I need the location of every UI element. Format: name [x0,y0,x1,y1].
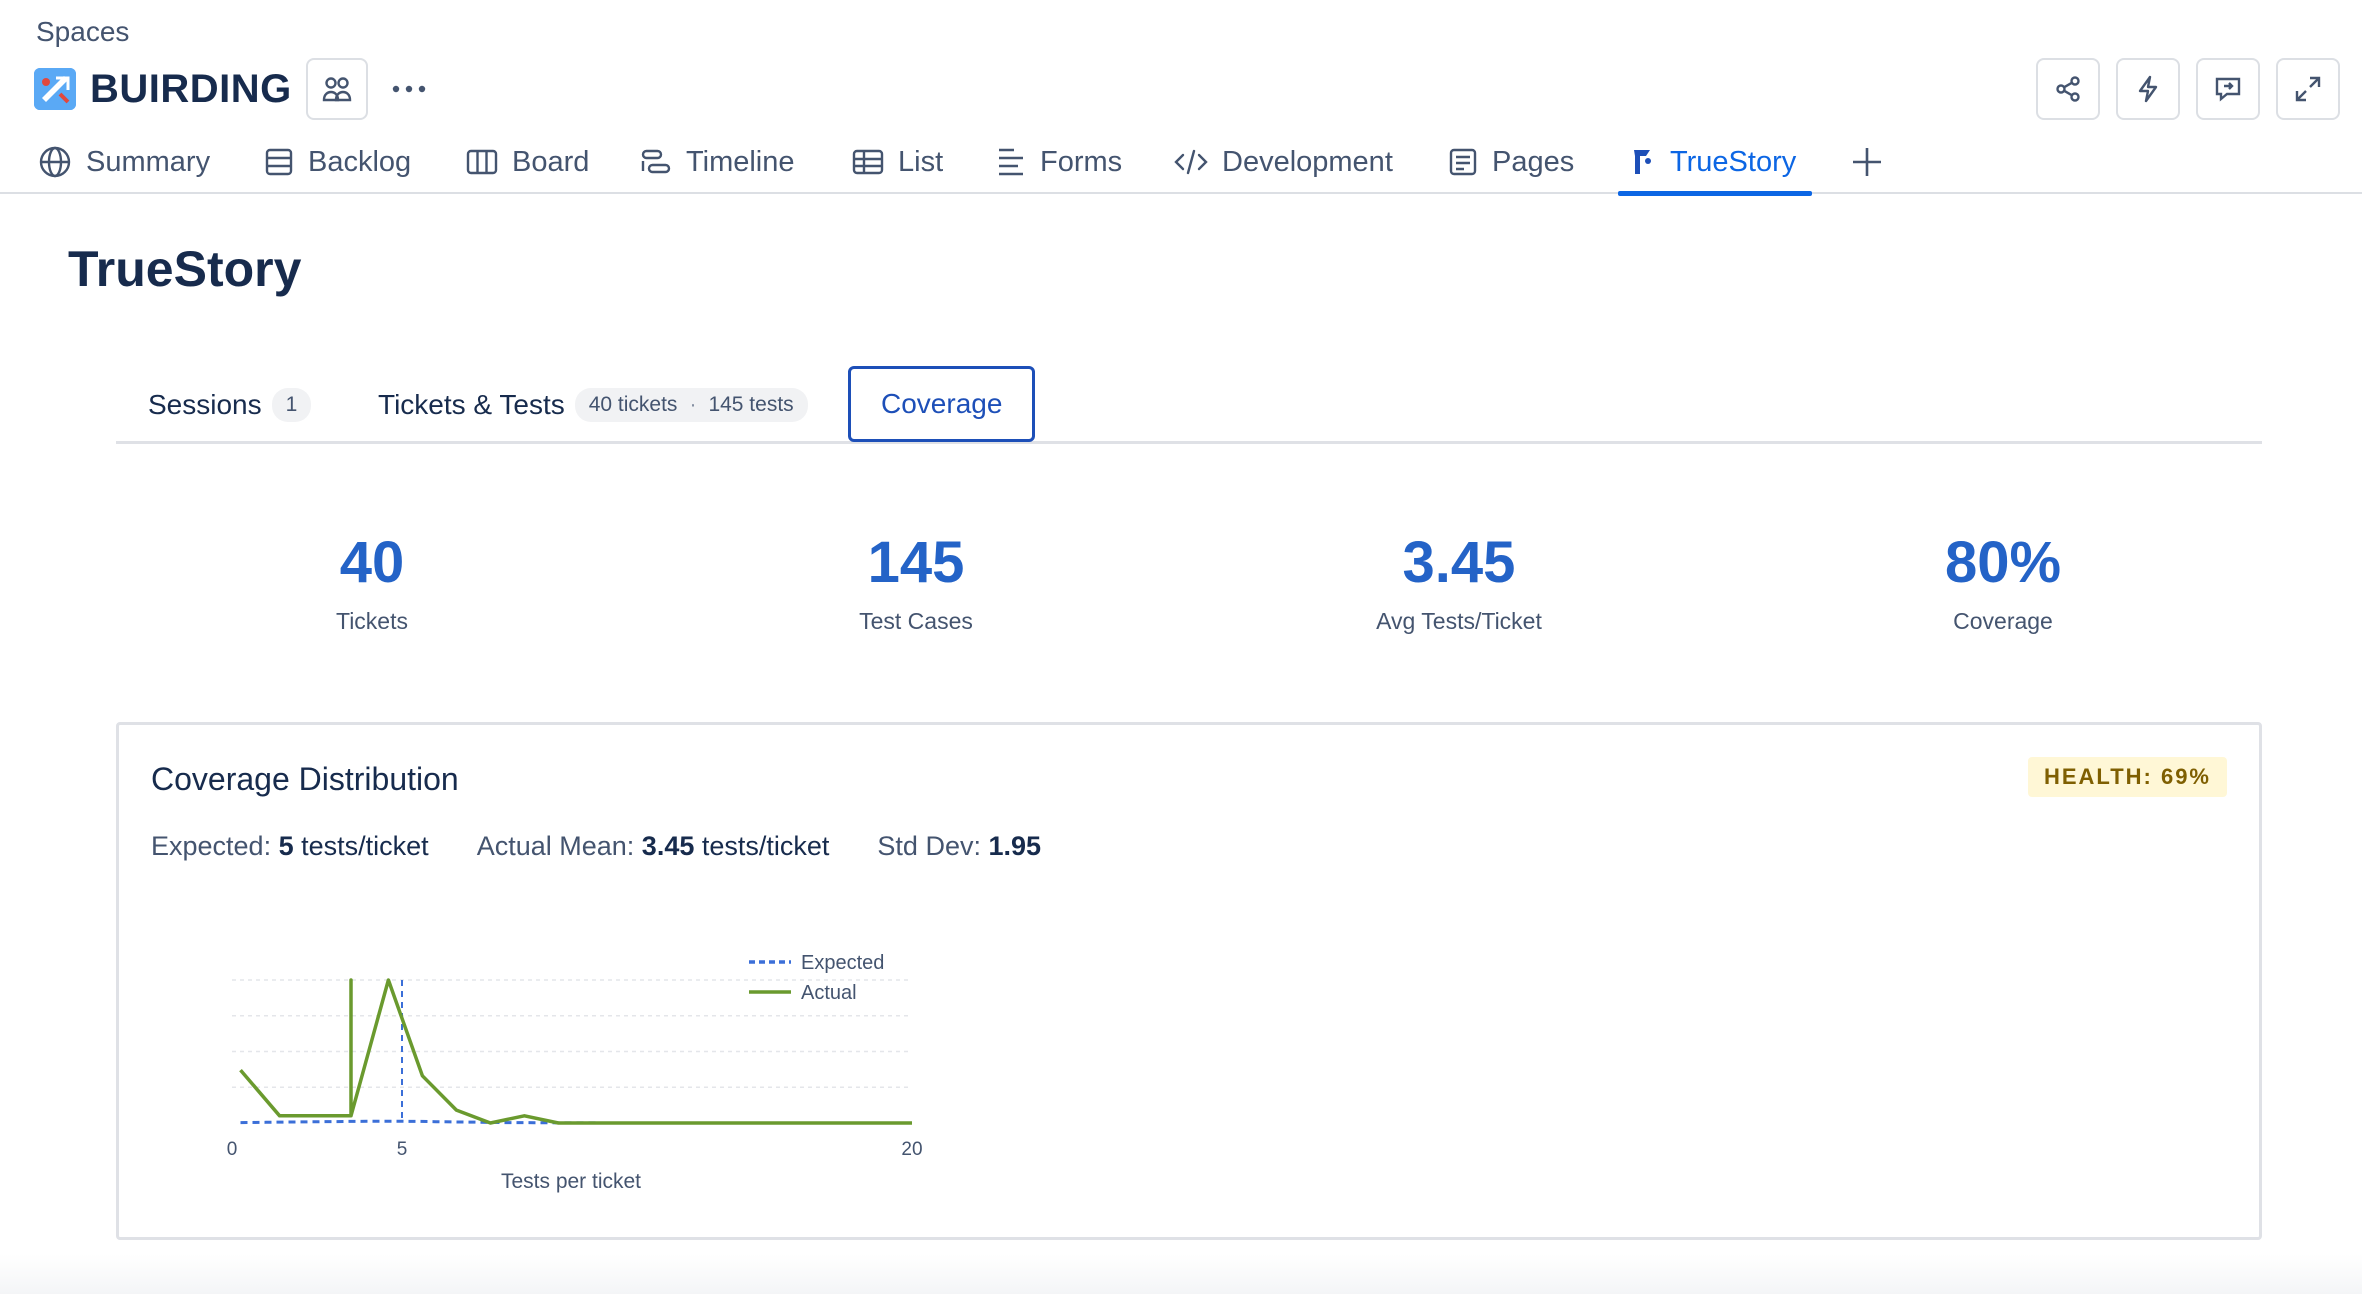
feedback-button[interactable] [2196,58,2260,120]
expected-label: Expected: [151,831,272,861]
expected-value: 5 [278,831,294,861]
share-icon [2056,76,2080,102]
tab-summary[interactable]: Summary [38,130,210,194]
expected-unit: tests/ticket [301,831,429,861]
std-value: 1.95 [988,831,1042,861]
tab-truestory[interactable]: TrueStory [1617,130,1813,196]
board-icon [466,149,498,175]
tickets-count: 40 tickets [588,393,678,416]
tab-tickets-tests-label: Tickets & Tests [378,389,565,420]
tab-truestory-label: TrueStory [1670,145,1797,178]
std-label: Std Dev: [877,831,981,861]
tab-timeline[interactable]: Timeline [640,130,795,194]
tab-backlog[interactable]: Backlog [264,130,411,194]
sessions-count-badge: 1 [271,388,312,422]
tab-summary-label: Summary [86,145,211,178]
distribution-metrics: Expected: 5 tests/ticket Actual Mean: 3.… [151,831,1041,862]
card-title: Coverage Distribution [151,761,459,797]
legend-label: Expected [801,952,884,974]
fullscreen-button[interactable] [2276,58,2340,120]
tab-coverage-label: Coverage [881,388,1003,419]
stat-test-cases: 145 Test Cases [736,528,1096,635]
content-tabs: Sessions 1 Tickets & Tests 40 tickets · … [116,366,2262,444]
stat-avg-tests: 3.45 Avg Tests/Ticket [1279,528,1639,635]
lightning-icon [2138,75,2158,103]
tab-list-label: List [898,145,944,178]
health-badge: HEALTH: 69% [2027,757,2227,797]
share-button[interactable] [2036,58,2100,120]
stat-label: Test Cases [859,608,973,634]
stat-tickets: 40 Tickets [192,528,552,635]
x-tick-label: 0 [227,1139,238,1160]
expand-icon [2295,76,2321,102]
mean-label: Actual Mean: [476,831,635,861]
tab-coverage[interactable]: Coverage [848,366,1036,442]
stat-label: Coverage [1953,608,2053,634]
stat-value: 40 [339,530,405,595]
separator-dot: · [689,393,697,416]
space-header: BUIRDING [34,58,434,120]
tab-sessions[interactable]: Sessions 1 [148,368,312,442]
space-nav: Summary Backlog Board Timeline List Form… [0,130,2362,196]
stat-value: 3.45 [1402,530,1516,595]
legend-label: Actual [801,982,857,1004]
x-tick-label: 20 [901,1139,922,1160]
tab-development-label: Development [1222,145,1393,178]
page-bottom-shadow [0,1254,2362,1294]
globe-icon [39,146,71,178]
people-icon [322,77,351,102]
tab-pages[interactable]: Pages [1448,130,1574,194]
space-members-button[interactable] [305,58,368,120]
add-tab-button[interactable] [1850,130,1898,194]
feedback-icon [2215,77,2241,102]
tab-tickets-tests[interactable]: Tickets & Tests 40 tickets · 145 tests [378,368,808,442]
std-metric: Std Dev: 1.95 [877,831,1041,862]
tab-forms-label: Forms [1040,145,1123,178]
space-name: BUIRDING [90,66,292,111]
breadcrumb[interactable]: Spaces [36,16,129,48]
tab-sessions-label: Sessions [148,389,262,420]
code-icon [1174,149,1208,175]
chart-axis: Tests per ticket 0 5 20 [227,1139,923,1193]
more-icon [392,85,425,93]
truestory-icon [1634,150,1651,174]
tab-development[interactable]: Development [1174,130,1393,194]
tab-pages-label: Pages [1492,145,1575,178]
stat-value: 145 [867,530,965,595]
space-logo-icon [34,68,76,110]
x-axis-label: Tests per ticket [501,1170,641,1193]
mean-metric: Actual Mean: 3.45 tests/ticket [477,831,830,862]
tests-count: 145 tests [708,393,794,416]
pages-icon [1449,148,1477,176]
backlog-icon [265,148,293,176]
page-title: TrueStory [68,241,302,297]
list-icon [852,149,884,175]
tab-forms[interactable]: Forms [996,130,1122,194]
mean-unit: tests/ticket [701,831,830,861]
stat-label: Tickets [336,608,408,634]
stat-value: 80% [1944,530,2062,595]
plus-icon [1853,148,1881,176]
coverage-distribution-card: Coverage Distribution HEALTH: 69% Expect… [116,722,2262,1240]
timeline-icon [641,149,671,174]
expected-metric: Expected: 5 tests/ticket [151,831,429,862]
chart-legend: Expected Actual [749,952,884,1004]
tab-board[interactable]: Board [466,130,589,194]
tab-backlog-label: Backlog [308,145,412,178]
coverage-distribution-chart: Tests per ticket 0 5 20 Expected Actual [227,952,923,1193]
stat-label: Avg Tests/Ticket [1376,608,1542,634]
tickets-tests-badge: 40 tickets · 145 tests [574,388,808,422]
tab-timeline-label: Timeline [686,145,795,178]
tab-list[interactable]: List [852,130,943,194]
more-actions-button[interactable] [384,64,434,114]
top-actions [2036,58,2340,120]
stat-coverage: 80% Coverage [1823,528,2183,635]
x-tick-label: 5 [397,1139,408,1160]
tab-board-label: Board [512,145,590,178]
automation-button[interactable] [2116,58,2180,120]
mean-value: 3.45 [641,831,695,861]
forms-icon [999,148,1023,176]
